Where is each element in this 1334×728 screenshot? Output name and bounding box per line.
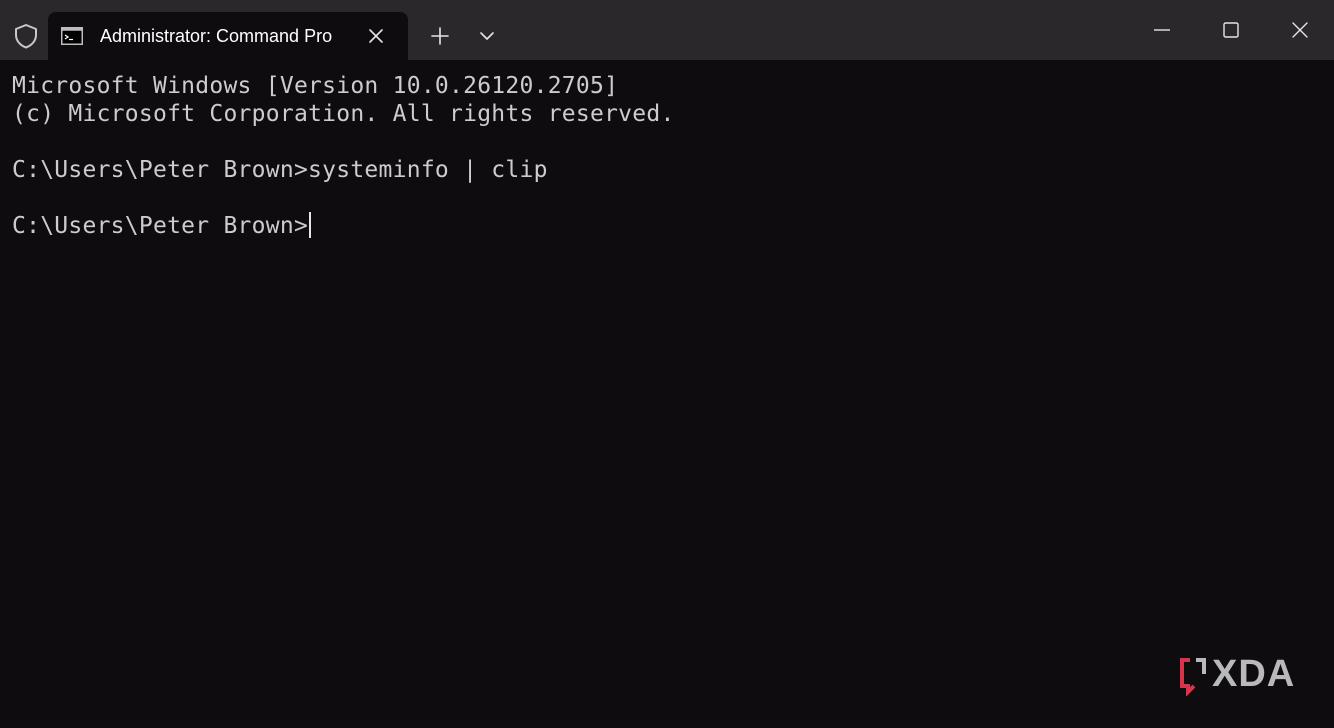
terminal-line: (c) Microsoft Corporation. All rights re… xyxy=(12,101,675,127)
close-icon xyxy=(1292,22,1308,38)
terminal-window: Administrator: Command Pro Microsoft Win… xyxy=(0,0,1334,728)
prompt-text: C:\Users\Peter Brown> xyxy=(12,213,309,239)
maximize-icon xyxy=(1223,22,1239,38)
command-prompt-icon xyxy=(61,27,83,45)
terminal-line: Microsoft Windows [Version 10.0.26120.27… xyxy=(12,73,619,99)
terminal-prompt-line[interactable]: C:\Users\Peter Brown> xyxy=(12,212,312,240)
xda-watermark-logo: XDA xyxy=(1178,654,1304,696)
new-tab-plus-icon[interactable] xyxy=(428,24,452,48)
shield-icon xyxy=(12,22,40,50)
title-bar[interactable]: Administrator: Command Pro xyxy=(0,0,1334,60)
close-button[interactable] xyxy=(1266,0,1334,60)
watermark-text: XDA xyxy=(1212,653,1296,695)
terminal-output[interactable]: Microsoft Windows [Version 10.0.26120.27… xyxy=(0,60,1334,728)
tab-title: Administrator: Command Pro xyxy=(100,26,333,46)
maximize-button[interactable] xyxy=(1197,0,1265,60)
minimize-icon xyxy=(1154,29,1170,31)
tab-command-prompt[interactable]: Administrator: Command Pro xyxy=(48,12,408,60)
tab-close-icon[interactable] xyxy=(366,26,386,46)
xda-logo-icon xyxy=(1180,658,1206,696)
terminal-line: C:\Users\Peter Brown>systeminfo | clip xyxy=(12,157,548,183)
minimize-button[interactable] xyxy=(1128,0,1196,60)
chevron-down-icon[interactable] xyxy=(476,26,498,46)
text-cursor xyxy=(309,212,312,238)
